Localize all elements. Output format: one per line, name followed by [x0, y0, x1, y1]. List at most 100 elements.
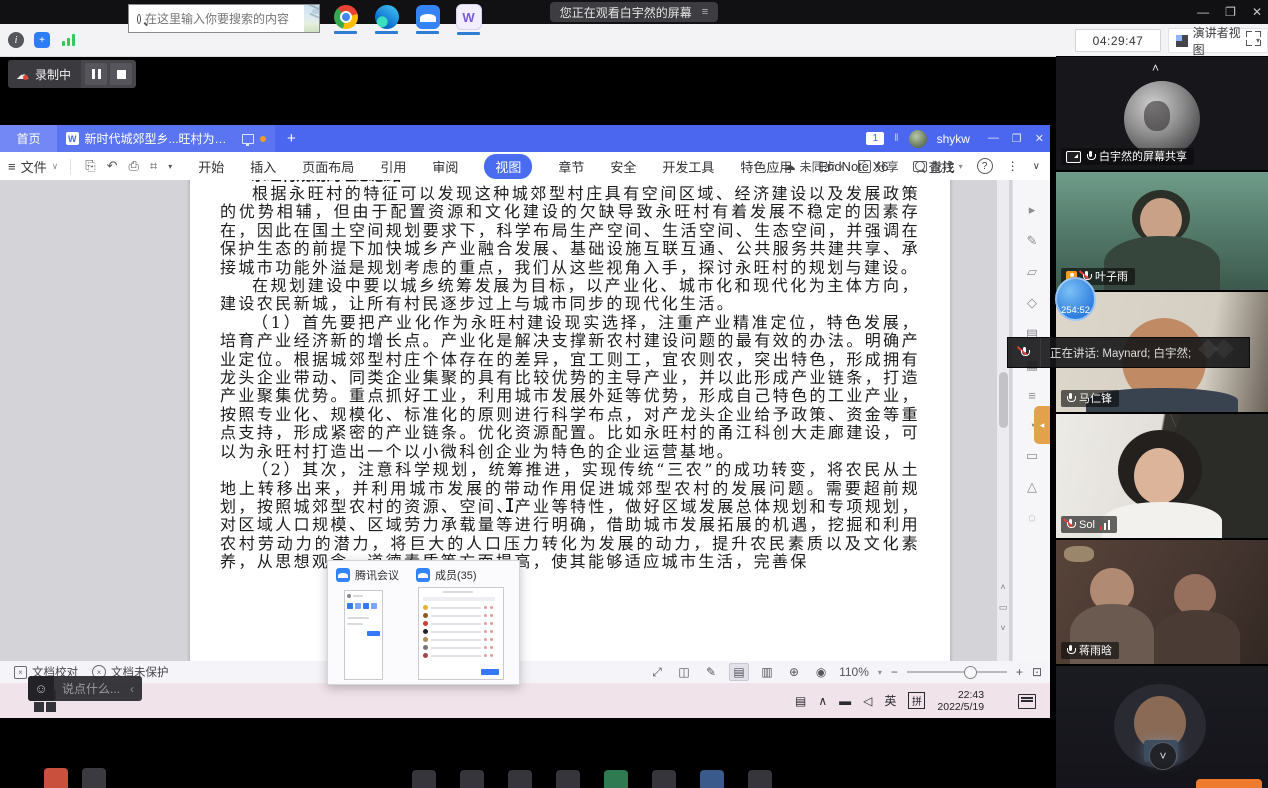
zoom-in-button[interactable]: +	[1016, 665, 1023, 679]
toolbar-icon[interactable]	[604, 770, 628, 788]
menu-section[interactable]: 章节	[558, 157, 584, 176]
security-shield-icon[interactable]: +	[34, 32, 50, 48]
eye-protect-icon[interactable]: ◉	[812, 664, 830, 680]
document-area[interactable]: 4.4 永旺村规划的理念思路 根据永旺村的特征可以发现这种城郊型村庄具有空间区域…	[0, 180, 1050, 661]
collapse-sidebar-button[interactable]: ˅	[1149, 742, 1177, 770]
outline-view-icon[interactable]: ▥	[758, 664, 776, 680]
print-icon[interactable]: ⎙	[129, 158, 139, 174]
toolbar-icon[interactable]	[508, 770, 532, 788]
camera-toolbar-icon[interactable]	[82, 768, 106, 788]
duration-badge[interactable]: 254:52	[1055, 277, 1096, 321]
ime-pinyin-indicator[interactable]: 拼	[908, 692, 925, 709]
chevron-left-icon[interactable]: ‹	[130, 682, 134, 696]
two-page-view-icon[interactable]: ◫	[675, 664, 693, 680]
new-tab-button[interactable]: +	[287, 130, 296, 147]
meeting-chat-bubble[interactable]: ☺ 说点什么... ‹	[28, 676, 142, 701]
screen-watch-banner[interactable]: 您正在观看白宇然的屏幕 ≡	[550, 2, 718, 22]
zoom-slider-thumb[interactable]	[964, 666, 977, 679]
chevron-down-icon[interactable]: ▾	[168, 162, 172, 171]
banner-menu-icon[interactable]: ≡	[702, 6, 708, 18]
zoom-level[interactable]: 110%	[839, 665, 869, 679]
page-up-icon[interactable]: ˄	[1000, 582, 1005, 592]
fit-page-button[interactable]: ⊡	[1032, 665, 1042, 679]
page-view-icon[interactable]: ▤	[729, 663, 749, 681]
username[interactable]: shykw	[937, 132, 970, 146]
minimize-button[interactable]: —	[1197, 5, 1209, 19]
page-down-icon[interactable]: ˅	[1000, 623, 1005, 633]
tool-icon[interactable]: ▱	[1027, 264, 1037, 280]
help-icon[interactable]: ?	[977, 158, 993, 174]
taskbar-meeting-icon[interactable]	[415, 5, 440, 34]
taskbar-chrome-icon[interactable]	[333, 5, 358, 34]
members-list-thumbnail[interactable]	[418, 587, 504, 680]
toolbar-icon[interactable]	[748, 770, 772, 788]
tray-window-icon[interactable]: ▤	[795, 694, 806, 708]
collapsed-panel-handle[interactable]: ◂	[1034, 406, 1050, 444]
restore-button[interactable]: ❐	[1225, 5, 1236, 19]
toolbar-icon[interactable]	[412, 770, 436, 788]
notification-icon[interactable]	[1018, 694, 1036, 709]
menu-reference[interactable]: 引用	[380, 157, 406, 176]
battery-icon[interactable]: ▬	[839, 694, 851, 708]
user-avatar[interactable]	[909, 130, 927, 148]
lang-indicator[interactable]: 英	[884, 692, 896, 709]
zoom-out-button[interactable]: −	[891, 665, 898, 679]
taskbar-clock[interactable]: 22:43 2022/5/19	[937, 689, 984, 713]
toolbar-icon[interactable]	[652, 770, 676, 788]
search-input[interactable]	[141, 12, 304, 26]
sync-status-button[interactable]: ☁ 未同步 ▾	[784, 158, 844, 175]
wps-close-button[interactable]: ✕	[1035, 132, 1044, 145]
mic-toolbar-icon[interactable]	[44, 768, 68, 788]
save-icon[interactable]: ⎘	[85, 158, 95, 174]
preview-meeting-window[interactable]: 腾讯会议	[336, 567, 399, 583]
participant-tile-video[interactable]: Sol	[1056, 414, 1268, 538]
tool-icon[interactable]: ≡	[1028, 388, 1036, 403]
file-menu[interactable]: ≡ 文件 ∨	[8, 157, 58, 176]
toolbar-icon[interactable]	[700, 770, 724, 788]
raise-hand-button[interactable]	[1196, 779, 1262, 788]
chevron-up-icon[interactable]: ˄	[1152, 63, 1159, 73]
more-icon[interactable]: ⋮	[1007, 159, 1019, 173]
taskbar-search[interactable]	[128, 4, 320, 33]
tool-icon[interactable]: ▸	[1029, 202, 1036, 218]
participant-tile-video[interactable]: ˅	[1056, 666, 1268, 788]
taskbar-wps-icon[interactable]: W	[456, 4, 481, 35]
print-preview-icon[interactable]: ⌗	[150, 158, 157, 174]
taskbar-edge-icon[interactable]	[374, 5, 399, 34]
split-view-icon[interactable]: ‖	[894, 133, 898, 144]
tool-icon[interactable]: ◌	[1028, 510, 1036, 525]
emoji-icon[interactable]: ☺	[28, 676, 54, 701]
tab-document[interactable]: W 新时代城郊型乡...旺村为例(1)	[57, 125, 275, 152]
tool-icon[interactable]: ▭	[1026, 448, 1038, 464]
tab-home[interactable]: 首页	[0, 125, 57, 152]
undo-icon[interactable]: ↶	[107, 158, 118, 174]
menu-view-active[interactable]: 视图	[484, 154, 532, 179]
speaker-icon[interactable]: ◁	[863, 694, 872, 708]
document-page[interactable]: 4.4 永旺村规划的理念思路 根据永旺村的特征可以发现这种城郊型村庄具有空间区域…	[190, 180, 950, 661]
menu-start[interactable]: 开始	[198, 157, 224, 176]
tool-icon[interactable]: ✎	[1027, 233, 1038, 249]
fullscreen-button[interactable]	[1246, 31, 1261, 46]
menu-review[interactable]: 审阅	[432, 157, 458, 176]
tray-expand-icon[interactable]: ∧	[818, 694, 827, 708]
pause-recording-button[interactable]	[85, 63, 107, 85]
menu-insert[interactable]: 插入	[250, 157, 276, 176]
participant-tile-video[interactable]: 蒋雨晗	[1056, 540, 1268, 664]
participant-tile-video[interactable]: 叶子雨	[1056, 172, 1268, 290]
menu-page-layout[interactable]: 页面布局	[302, 157, 354, 176]
web-view-icon[interactable]: ⊕	[785, 664, 803, 680]
ink-edit-icon[interactable]: ✎	[702, 664, 720, 680]
meeting-home-thumbnail[interactable]	[344, 590, 383, 680]
toolbar-icon[interactable]	[460, 770, 484, 788]
tab-count-badge[interactable]: 1	[866, 132, 884, 145]
chat-placeholder[interactable]: 说点什么...	[62, 680, 120, 697]
collapse-ribbon-icon[interactable]: ∨	[1033, 161, 1040, 172]
chevron-down-icon[interactable]: ▾	[878, 668, 882, 677]
tool-icon[interactable]: ◇	[1027, 295, 1037, 311]
stop-recording-button[interactable]	[110, 63, 132, 85]
share-button[interactable]: 分享	[858, 158, 899, 175]
scrollbar-thumb[interactable]	[999, 372, 1008, 428]
page-box-icon[interactable]: ▭	[999, 602, 1008, 613]
preview-members-window[interactable]: 成员(35)	[416, 567, 477, 583]
wps-minimize-button[interactable]: —	[988, 132, 999, 145]
